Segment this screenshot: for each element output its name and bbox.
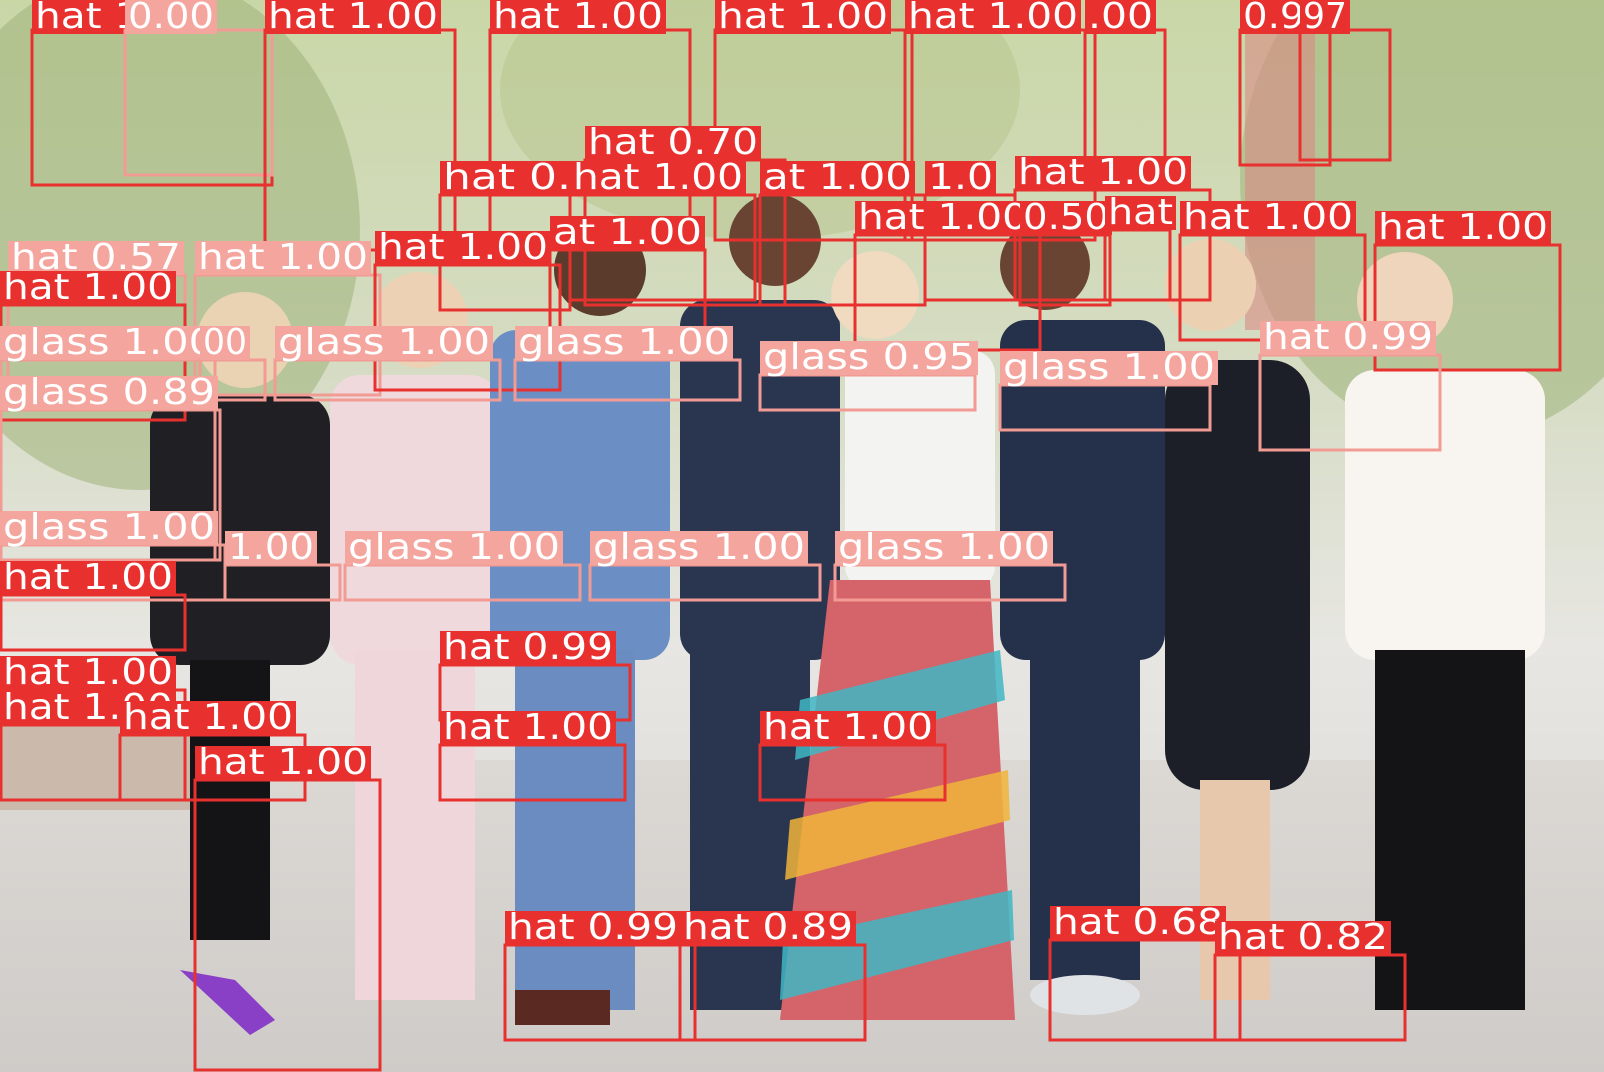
detection-hat-21: hat 1.00: [193, 237, 382, 397]
detection-label: hat 0.89: [683, 907, 853, 948]
detection-label: glass 1.00: [838, 527, 1050, 568]
detection-label: glass 1.00: [593, 527, 805, 568]
detection-box: [503, 943, 697, 1042]
detection-label: hat 0.99: [443, 627, 613, 668]
detection-glass-27: glass 1.00: [273, 322, 502, 402]
detection-hat-38: hat 1.00: [0, 557, 187, 652]
detection-hat-23: at 1.00: [548, 212, 707, 332]
detection-hat-43: hat 1.00: [438, 707, 627, 802]
detection-visualization: hat 1.00 0.00 hat 1.00 hat 1.00 hat 1.00 hat …: [0, 0, 1604, 1072]
detection-label: 0.00: [128, 0, 214, 37]
detection-label: glass 1.00: [1003, 347, 1215, 388]
detection-label: 0.50: [1023, 197, 1109, 238]
detection-hat-48: hat 0.68: [1048, 902, 1242, 1042]
detection-box: [678, 943, 867, 1042]
detection-box: [758, 743, 947, 802]
detection-box: [758, 373, 977, 412]
detection-glass-29: glass 0.95: [758, 337, 978, 412]
detection-box: [1213, 953, 1407, 1042]
detection-box: [998, 383, 1212, 432]
detection-label: glass 1.00: [278, 322, 490, 363]
detection-glass-35: glass 1.00: [343, 527, 582, 602]
detection-box: [1298, 28, 1392, 162]
detection-label: hat 1.00: [573, 157, 743, 198]
detection-label: glass 1.00: [3, 507, 215, 548]
detection-box: [1018, 233, 1112, 307]
detection-label: hat 1.00: [908, 0, 1078, 37]
detection-label: hat 1.00: [443, 707, 613, 748]
detection-hat-44: hat 1.00: [758, 707, 947, 802]
detection-hat-15: hat 1.00: [853, 197, 1042, 352]
detection-label: 1.00: [228, 527, 314, 568]
detection-box: [263, 28, 457, 252]
detection-label: hat 1.00: [198, 742, 368, 783]
detection-box: [0, 593, 187, 652]
detection-hat-47: hat 0.89: [678, 907, 867, 1042]
detection-label: glass 1.00: [518, 322, 730, 363]
detection-hat-49: hat 0.82: [1213, 917, 1407, 1042]
detection-overlay: hat 1.000.00 hat 1.00 hat 1.00 hat 1.00 hat …: [0, 0, 1562, 1072]
detection-box: [193, 778, 382, 1072]
detection-box: [1048, 938, 1242, 1042]
detection-label: glass 0.89: [3, 372, 215, 413]
detection-label: glass 1.00: [3, 322, 215, 363]
detection-label: hat 1.00: [858, 197, 1028, 238]
detection-hat-6: .00: [1083, 0, 1167, 177]
detection-box: [30, 28, 274, 187]
detection-label: hat 1.00: [3, 557, 173, 598]
detection-box: [223, 563, 342, 602]
detection-hat-2: hat 1.00: [263, 0, 457, 252]
detection-label: hat 1.00: [1183, 197, 1353, 238]
detection-label: 1.0: [928, 157, 993, 198]
detection-label: glass 1.00: [348, 527, 560, 568]
detection-label: hat 1.00: [3, 267, 173, 308]
detection-glass-37: glass 1.00: [833, 527, 1067, 602]
detection-label: hat 1.00: [493, 0, 663, 37]
detection-hat-16: 0.50: [1018, 197, 1112, 307]
detection-box: [853, 233, 1042, 352]
detection-label: 00: [203, 322, 247, 363]
detection-box: [1238, 28, 1332, 167]
detection-label: glass 0.95: [763, 337, 975, 378]
detection-label: hat: [1108, 192, 1173, 233]
detection-label: hat 1.00: [718, 0, 888, 37]
detection-label: hat 1.00: [123, 697, 293, 738]
detection-label: hat 1.00: [198, 237, 368, 278]
detection-box: [513, 358, 742, 402]
detection-label: hat 0.: [443, 157, 571, 198]
detection-hat-1: 0.00: [123, 0, 274, 177]
detection-hat-46: hat 0.99: [503, 907, 697, 1042]
detection-label: at 1.00: [553, 212, 702, 253]
detection-label: 97: [1303, 0, 1347, 37]
detection-label: hat 1.00: [1018, 152, 1188, 193]
detection-box: [123, 28, 274, 177]
detection-glass-30: glass 1.00: [998, 347, 1218, 432]
detection-label: .00: [1088, 0, 1153, 37]
detection-glass-36: glass 1.00: [588, 527, 822, 602]
detection-box: [438, 743, 627, 802]
detection-label: hat 1.00: [1378, 207, 1548, 248]
detection-label: at 1.00: [763, 157, 912, 198]
detection-label: hat 1.00: [763, 707, 933, 748]
detection-glass-28: glass 1.00: [513, 322, 742, 402]
detection-label: hat 0.82: [1218, 917, 1388, 958]
detection-hat-17: hat: [1103, 192, 1176, 302]
detection-glass-34: 1.00: [223, 527, 342, 602]
detection-box: [833, 563, 1067, 602]
detection-box: [588, 563, 822, 602]
detection-box: [343, 563, 582, 602]
detection-hat-8: 97: [1298, 0, 1392, 162]
detection-box: [548, 248, 707, 332]
detection-hat-31: hat 0.99: [1258, 317, 1442, 452]
detection-label: hat 1.00: [268, 0, 438, 37]
detection-hat-45: hat 1.00: [193, 742, 382, 1072]
detection-label: hat 1.00: [378, 227, 548, 268]
detection-box: [1103, 228, 1172, 302]
detection-label: hat 0.99: [508, 907, 678, 948]
detection-label: hat 0.99: [1263, 317, 1433, 358]
detection-label: hat 0.68: [1053, 902, 1223, 943]
